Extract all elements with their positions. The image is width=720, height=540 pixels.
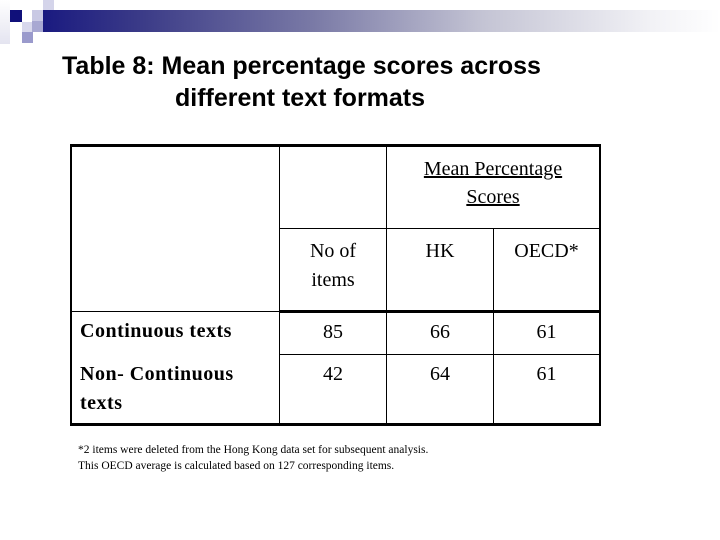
row-label-text-line-2: texts <box>80 391 123 414</box>
table-header-row-1: Mean Percentage Scores <box>70 144 601 229</box>
mean-percentage-header: Mean Percentage Scores <box>386 144 601 229</box>
items-value: 42 <box>279 354 387 426</box>
title-line-1: Table 8: Mean percentage scores across <box>62 52 541 80</box>
decor-square-dark <box>10 10 22 22</box>
oecd-column-header: OECD* <box>493 228 601 312</box>
oecd-value: 61 <box>493 310 601 355</box>
empty-header-cell <box>279 144 387 229</box>
decor-square <box>32 10 43 21</box>
footnote-line-2: This OECD average is calculated based on… <box>78 460 395 472</box>
items-header-line-2: items <box>311 269 355 291</box>
table-row: Continuous texts 85 66 61 <box>70 310 601 355</box>
table-footnote: *2 items were deleted from the Hong Kong… <box>78 442 428 474</box>
title-line-2: different text formats <box>175 84 426 112</box>
mean-header-line-2: Scores <box>466 186 520 208</box>
decor-square <box>0 0 10 44</box>
hk-value: 66 <box>386 310 494 355</box>
decor-square <box>43 0 54 10</box>
items-column-header: No of items <box>279 228 387 312</box>
empty-header-cell <box>70 228 280 312</box>
oecd-value: 61 <box>493 354 601 426</box>
items-value: 85 <box>279 310 387 355</box>
decor-square <box>22 32 33 43</box>
items-header-line-1: No of <box>309 240 357 262</box>
table-row: Non- Continuous texts 42 64 61 <box>70 354 601 426</box>
row-label: Non- Continuous texts <box>70 354 280 426</box>
footnote-line-1: *2 items were deleted from the Hong Kong… <box>78 444 429 456</box>
scores-table: Mean Percentage Scores No of items HK OE… <box>70 144 601 426</box>
empty-header-cell <box>70 144 280 229</box>
table-header-row-2: No of items HK OECD* <box>70 228 601 312</box>
row-label-text-line-1: Non- Continuous <box>80 362 234 385</box>
hk-value: 64 <box>386 354 494 426</box>
decor-square <box>32 21 43 32</box>
row-label-text: Continuous texts <box>80 320 232 342</box>
mean-header-line-1: Mean Percentage <box>423 158 563 180</box>
row-label: Continuous texts <box>70 311 280 355</box>
title-gradient-bar <box>43 10 720 32</box>
hk-column-header: HK <box>386 228 494 312</box>
slide-title: Table 8: Mean percentage scores across d… <box>0 50 660 114</box>
